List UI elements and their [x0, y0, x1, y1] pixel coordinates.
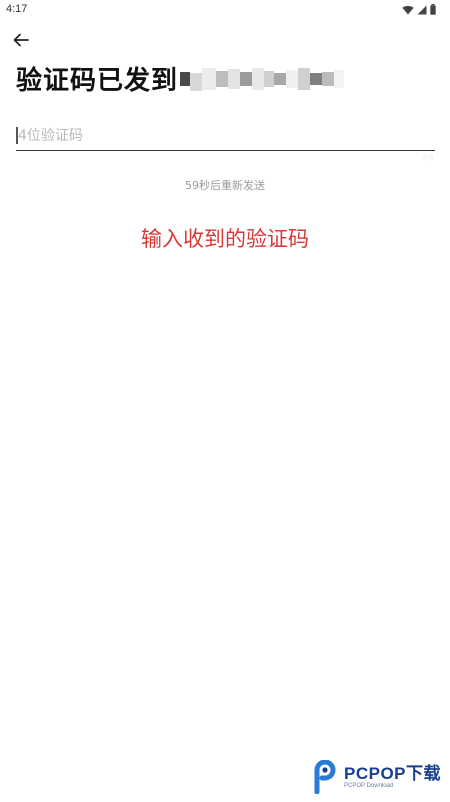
status-icons [402, 4, 436, 15]
watermark-title: PCPOP下载 [344, 763, 442, 783]
watermark-text: PCPOP下载 PCPOP Download [344, 763, 442, 790]
code-input-container [16, 124, 437, 151]
arrow-left-icon [13, 33, 29, 47]
status-time: 4:17 [6, 3, 28, 15]
watermark-subtitle: PCPOP Download [344, 782, 394, 789]
battery-icon [430, 4, 436, 15]
back-button[interactable] [10, 30, 32, 50]
signal-icon [417, 5, 427, 14]
input-counter: 0/4 [421, 153, 434, 162]
verification-code-input[interactable] [16, 124, 437, 148]
page-title: 验证码已发到 [16, 60, 345, 97]
masked-phone-number [180, 65, 345, 93]
resend-countdown: 59秒后重新发送 [185, 179, 265, 192]
text-cursor [16, 127, 18, 144]
wifi-icon [402, 5, 414, 14]
watermark: PCPOP下载 PCPOP Download [310, 760, 441, 794]
hint-text: 输入收到的验证码 [141, 227, 309, 251]
pcpop-logo-icon [314, 760, 336, 794]
page-title-text: 验证码已发到 [16, 66, 179, 96]
status-bar: 4:17 [0, 0, 450, 22]
